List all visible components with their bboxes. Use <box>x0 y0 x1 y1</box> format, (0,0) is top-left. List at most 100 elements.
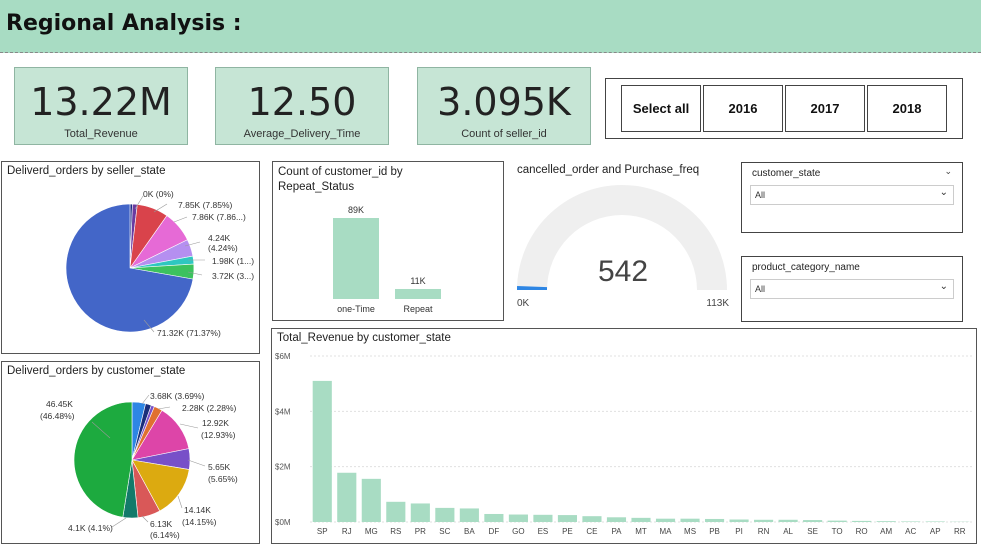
gauge-max-label: 113K <box>706 298 729 309</box>
revenue-bar[interactable] <box>606 517 627 522</box>
revenue-bar[interactable] <box>778 519 798 522</box>
repeat-bar[interactable] <box>395 288 441 299</box>
revenue-bar[interactable] <box>386 501 406 522</box>
chevron-down-icon[interactable]: ⌄ <box>944 167 952 177</box>
customer-label: (12.93%) <box>201 430 236 440</box>
seller-label: (4.24%) <box>208 243 238 253</box>
revenue-bar[interactable] <box>729 519 749 522</box>
customer-label: 4.1K (4.1%) <box>68 523 113 533</box>
kpi-average-delivery-time: 12.50 Average_Delivery_Time <box>215 67 389 145</box>
page-header: Regional Analysis : <box>0 0 981 53</box>
seller-label: 1.98K (1...) <box>212 256 254 266</box>
gauge-chart: 542 0K 113K <box>517 185 729 309</box>
product-category-filter: product_category_name All ⌄ <box>741 256 963 322</box>
kpi-total-revenue: 13.22M Total_Revenue <box>14 67 188 145</box>
x-tick-label: AM <box>880 527 892 536</box>
customer-label: (14.15%) <box>182 517 217 527</box>
repeat-status-panel: Count of customer_id by Repeat_Status 89… <box>272 161 504 321</box>
seller-label: 4.24K <box>208 233 231 243</box>
seller-label: 7.85K (7.85%) <box>178 200 233 210</box>
y-tick-label: $4M <box>275 407 291 416</box>
customer-pie-chart: 46.45K (46.48%) 3.68K (3.69%) 2.28K (2.2… <box>40 391 238 540</box>
x-tick-label: SP <box>317 527 328 536</box>
x-tick-label: RS <box>390 527 401 536</box>
x-tick-label: MA <box>660 527 673 536</box>
repeat-bar-value: 89K <box>348 205 364 215</box>
revenue-bar[interactable] <box>754 519 774 522</box>
revenue-bar[interactable] <box>459 508 479 522</box>
repeat-bar-value: 11K <box>410 276 425 286</box>
seller-label: 3.72K (3...) <box>212 271 254 281</box>
revenue-bar[interactable] <box>925 521 945 522</box>
leader-line <box>141 515 149 523</box>
select-all-button[interactable]: Select all <box>621 85 701 132</box>
x-tick-label: RR <box>954 527 966 536</box>
revenue-bar[interactable] <box>557 515 578 522</box>
revenue-bar[interactable] <box>680 518 700 522</box>
x-tick-label: PE <box>562 527 573 536</box>
customer-state-dropdown[interactable]: All ⌄ <box>750 185 954 205</box>
gauge-panel: cancelled_order and Purchase_freq 542 0K… <box>512 161 734 313</box>
leader-line <box>187 459 206 467</box>
revenue-bar[interactable] <box>704 518 725 522</box>
customer-label: (6.14%) <box>150 530 180 540</box>
revenue-bar[interactable] <box>876 521 896 522</box>
revenue-bar[interactable] <box>361 478 381 522</box>
revenue-bar[interactable] <box>533 514 553 522</box>
customer-pie-slice[interactable] <box>73 401 133 518</box>
revenue-by-state-panel: Total_Revenue by customer_state $0M $2M $4… <box>271 328 977 544</box>
leader-line <box>157 406 171 410</box>
x-tick-label: MS <box>684 527 696 536</box>
x-tick-label: RJ <box>342 527 352 536</box>
x-tick-label: PR <box>415 527 426 536</box>
kpi-label: Total_Revenue <box>64 128 138 140</box>
year-2017-button[interactable]: 2017 <box>785 85 865 132</box>
kpi-value: 3.095K <box>437 80 571 124</box>
customer-state-pie-panel: Deliverd_orders by customer_state 46.45K… <box>1 361 260 544</box>
year-2016-button[interactable]: 2016 <box>703 85 783 132</box>
year-2018-button[interactable]: 2018 <box>867 85 947 132</box>
revenue-bar[interactable] <box>435 507 455 522</box>
filter-title: product_category_name <box>752 262 860 273</box>
customer-label: 3.68K (3.69%) <box>150 391 205 401</box>
kpi-value: 12.50 <box>247 80 357 124</box>
x-tick-label: MT <box>635 527 647 536</box>
seller-pie-chart: 0K (0%) 7.85K (7.85%) 7.86K (7.86...) 4.… <box>65 189 254 338</box>
revenue-bar[interactable] <box>582 516 602 522</box>
chevron-down-icon: ⌄ <box>939 187 948 198</box>
x-tick-label: BA <box>464 527 475 536</box>
kpi-label: Average_Delivery_Time <box>243 128 361 140</box>
x-tick-label: AC <box>905 527 916 536</box>
revenue-bar[interactable] <box>410 503 430 522</box>
x-tick-label: SE <box>807 527 818 536</box>
seller-label: 71.32K (71.37%) <box>157 328 221 338</box>
revenue-bar[interactable] <box>901 521 921 522</box>
revenue-bar[interactable] <box>803 520 823 522</box>
y-tick-label: $2M <box>275 463 291 472</box>
revenue-bar[interactable] <box>827 520 847 522</box>
dropdown-value: All <box>755 284 766 294</box>
revenue-bar[interactable] <box>655 518 676 522</box>
kpi-label: Count of seller_id <box>461 128 547 140</box>
repeat-bar[interactable] <box>333 218 379 299</box>
leader-line <box>173 216 188 223</box>
seller-state-pie-panel: Deliverd_orders by seller_state 0K (0%) … <box>1 161 260 354</box>
revenue-bar[interactable] <box>508 514 528 522</box>
revenue-bar[interactable] <box>337 472 357 522</box>
revenue-bar[interactable] <box>484 513 504 522</box>
customer-label: (46.48%) <box>40 411 75 421</box>
gauge-min-label: 0K <box>517 298 530 309</box>
leader-line <box>179 423 199 429</box>
customer-label: 6.13K <box>150 519 173 529</box>
seller-label: 7.86K (7.86...) <box>192 212 246 222</box>
product-category-dropdown[interactable]: All ⌄ <box>750 279 954 299</box>
revenue-bar[interactable] <box>631 517 651 522</box>
revenue-bar[interactable] <box>312 380 332 522</box>
x-tick-label: GO <box>512 527 524 536</box>
x-tick-label: SC <box>439 527 450 536</box>
y-tick-label: $0M <box>275 518 291 527</box>
revenue-bar[interactable] <box>852 520 872 522</box>
x-tick-label: TO <box>832 527 843 536</box>
leader-line <box>141 394 150 405</box>
x-tick-label: AL <box>783 527 793 536</box>
